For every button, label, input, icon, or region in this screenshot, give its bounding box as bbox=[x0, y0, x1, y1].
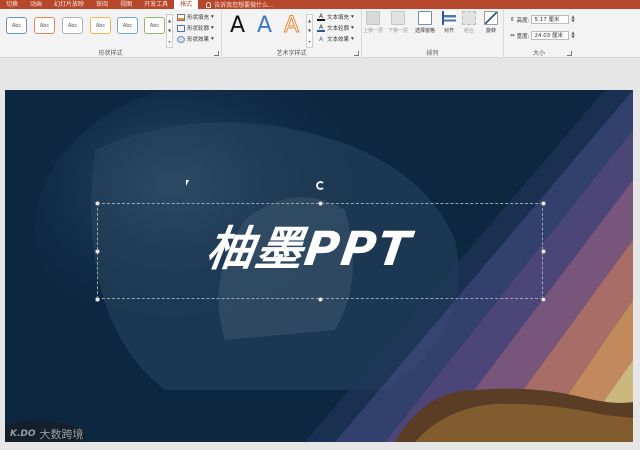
wordart-style-orange-outline[interactable]: A bbox=[283, 13, 299, 39]
ribbon-tab-strip: 切换 动画 幻灯片放映 审阅 视图 开发工具 格式 告诉我您想要做什么... bbox=[0, 0, 640, 9]
height-icon: ⇕ bbox=[510, 16, 515, 23]
chevron-down-icon[interactable]: ▼ bbox=[168, 28, 171, 33]
text-effects-icon: A bbox=[318, 35, 324, 43]
gallery-more-icon[interactable]: ▾ bbox=[168, 39, 170, 44]
slide-canvas[interactable]: 柚墨PPT K.DO 大数跨境 bbox=[5, 90, 633, 442]
lightbulb-icon bbox=[206, 1, 212, 8]
powerpoint-window: 切换 动画 幻灯片放映 审阅 视图 开发工具 格式 告诉我您想要做什么... A… bbox=[0, 0, 640, 450]
shape-style-swatch[interactable]: Abc bbox=[6, 17, 27, 34]
tab-animations[interactable]: 动画 bbox=[24, 0, 48, 9]
wordart-style-black[interactable]: A bbox=[230, 13, 245, 39]
tab-transitions[interactable]: 切换 bbox=[0, 0, 24, 9]
size-label: 大小 bbox=[532, 50, 545, 57]
align-button[interactable]: 对齐 bbox=[440, 11, 458, 34]
selection-pane-button[interactable]: 选择窗格 bbox=[415, 11, 435, 34]
resize-handle[interactable] bbox=[541, 297, 546, 302]
send-backward-icon bbox=[391, 11, 405, 25]
watermark-text: 大数跨境 bbox=[39, 428, 84, 441]
selection-pane-icon bbox=[418, 11, 432, 25]
resize-handle[interactable] bbox=[318, 201, 323, 206]
group-objects-icon bbox=[462, 11, 476, 25]
align-icon bbox=[442, 11, 456, 25]
height-spinner[interactable]: ▲ ▼ bbox=[571, 15, 576, 24]
tab-developer[interactable]: 开发工具 bbox=[138, 0, 174, 9]
tab-slideshow[interactable]: 幻灯片放映 bbox=[48, 0, 90, 9]
wordart-style-blue[interactable]: A bbox=[257, 13, 272, 39]
shape-styles-label: 形状样式 bbox=[98, 50, 123, 57]
wordart-styles-label: 艺术字样式 bbox=[276, 50, 307, 57]
shape-style-swatch[interactable]: Abc bbox=[34, 17, 55, 34]
tab-format[interactable]: 格式 bbox=[174, 0, 199, 9]
width-spinner[interactable]: ▲ ▼ bbox=[571, 31, 576, 40]
text-effects-button[interactable]: A 文本效果 ▾ bbox=[317, 35, 354, 44]
chevron-down-icon[interactable]: ▼ bbox=[308, 28, 311, 33]
shape-style-swatch[interactable]: Abc bbox=[62, 17, 83, 34]
width-icon: ⇔ bbox=[510, 32, 515, 39]
text-outline-button[interactable]: A 文本轮廓 ▾ bbox=[317, 24, 354, 32]
shape-outline-button[interactable]: 形状轮廓 ▾ bbox=[177, 24, 214, 32]
arrange-label: 排列 bbox=[426, 50, 439, 57]
mouse-pointer-icon bbox=[186, 180, 189, 186]
resize-handle[interactable] bbox=[541, 201, 546, 206]
shape-styles-group: Abc Abc Abc Abc Abc Abc ▲ ▼ ▾ 形状填充 ▾ 形状轮廓… bbox=[0, 9, 222, 58]
width-input[interactable]: 24.03 厘米 bbox=[531, 31, 570, 40]
shape-effects-icon bbox=[177, 35, 185, 43]
text-outline-icon: A bbox=[317, 23, 325, 32]
shape-fill-button[interactable]: 形状填充 ▾ bbox=[177, 13, 214, 21]
shape-style-swatch[interactable]: Abc bbox=[144, 17, 165, 34]
resize-handle[interactable] bbox=[318, 297, 323, 302]
resize-handle[interactable] bbox=[541, 249, 546, 254]
paint-bucket-icon bbox=[177, 13, 185, 21]
rotate-button[interactable]: 旋转 bbox=[482, 11, 500, 34]
chevron-up-icon[interactable]: ▲ bbox=[168, 18, 171, 23]
chevron-up-icon[interactable]: ▲ bbox=[308, 18, 311, 23]
wordart-styles-group: A A A ▲ ▼ ▾ A 文本填充 ▾ A 文本轮廓 ▾ A 文本效果 ▾ 艺术字样… bbox=[222, 9, 362, 58]
text-fill-icon: A bbox=[317, 12, 325, 21]
text-fill-button[interactable]: A 文本填充 ▾ bbox=[317, 13, 354, 21]
bring-forward-icon bbox=[366, 11, 380, 25]
tell-me-placeholder: 告诉我您想要做什么... bbox=[214, 2, 274, 9]
shape-style-swatch[interactable]: Abc bbox=[117, 17, 138, 34]
wordart-gallery-scroll[interactable]: ▲ ▼ ▾ bbox=[306, 14, 313, 48]
height-input[interactable]: 5.17 厘米 bbox=[531, 15, 570, 24]
dialog-launcher-icon[interactable] bbox=[214, 51, 219, 56]
rotate-handle-icon[interactable] bbox=[316, 181, 325, 190]
tab-view[interactable]: 视图 bbox=[114, 0, 138, 9]
dialog-launcher-icon[interactable] bbox=[354, 51, 359, 56]
pencil-outline-icon bbox=[177, 24, 185, 32]
tab-review[interactable]: 审阅 bbox=[90, 0, 114, 9]
width-row: ⇔ 宽度: 24.03 厘米 ▲ ▼ bbox=[510, 30, 576, 40]
dialog-launcher-icon[interactable] bbox=[567, 51, 572, 56]
shape-effects-button[interactable]: 形状效果 ▾ bbox=[177, 35, 214, 43]
group-button[interactable]: 组合 bbox=[460, 11, 478, 34]
watermark-logo: K.DO bbox=[10, 429, 36, 439]
resize-handle[interactable] bbox=[95, 249, 100, 254]
resize-handle[interactable] bbox=[95, 201, 100, 206]
selection-bounding-box[interactable] bbox=[97, 203, 543, 299]
tell-me-box[interactable]: 告诉我您想要做什么... bbox=[206, 0, 274, 9]
ribbon: Abc Abc Abc Abc Abc Abc ▲ ▼ ▾ 形状填充 ▾ 形状轮廓… bbox=[0, 9, 640, 58]
gallery-more-icon[interactable]: ▾ bbox=[308, 39, 310, 44]
shape-style-swatch[interactable]: Abc bbox=[90, 17, 111, 34]
arrange-group: 上移一层 下移一层 选择窗格 对齐 组合 旋转 排列 bbox=[362, 9, 504, 58]
send-backward-button[interactable]: 下移一层 bbox=[388, 11, 408, 34]
watermark: K.DO 大数跨境 bbox=[10, 426, 84, 442]
rotate-icon bbox=[484, 11, 498, 25]
resize-handle[interactable] bbox=[95, 297, 100, 302]
height-row: ⇕ 高度: 5.17 厘米 ▲ ▼ bbox=[510, 14, 576, 24]
shape-style-gallery-scroll[interactable]: ▲ ▼ ▾ bbox=[166, 14, 173, 48]
bring-forward-button[interactable]: 上移一层 bbox=[363, 11, 383, 34]
